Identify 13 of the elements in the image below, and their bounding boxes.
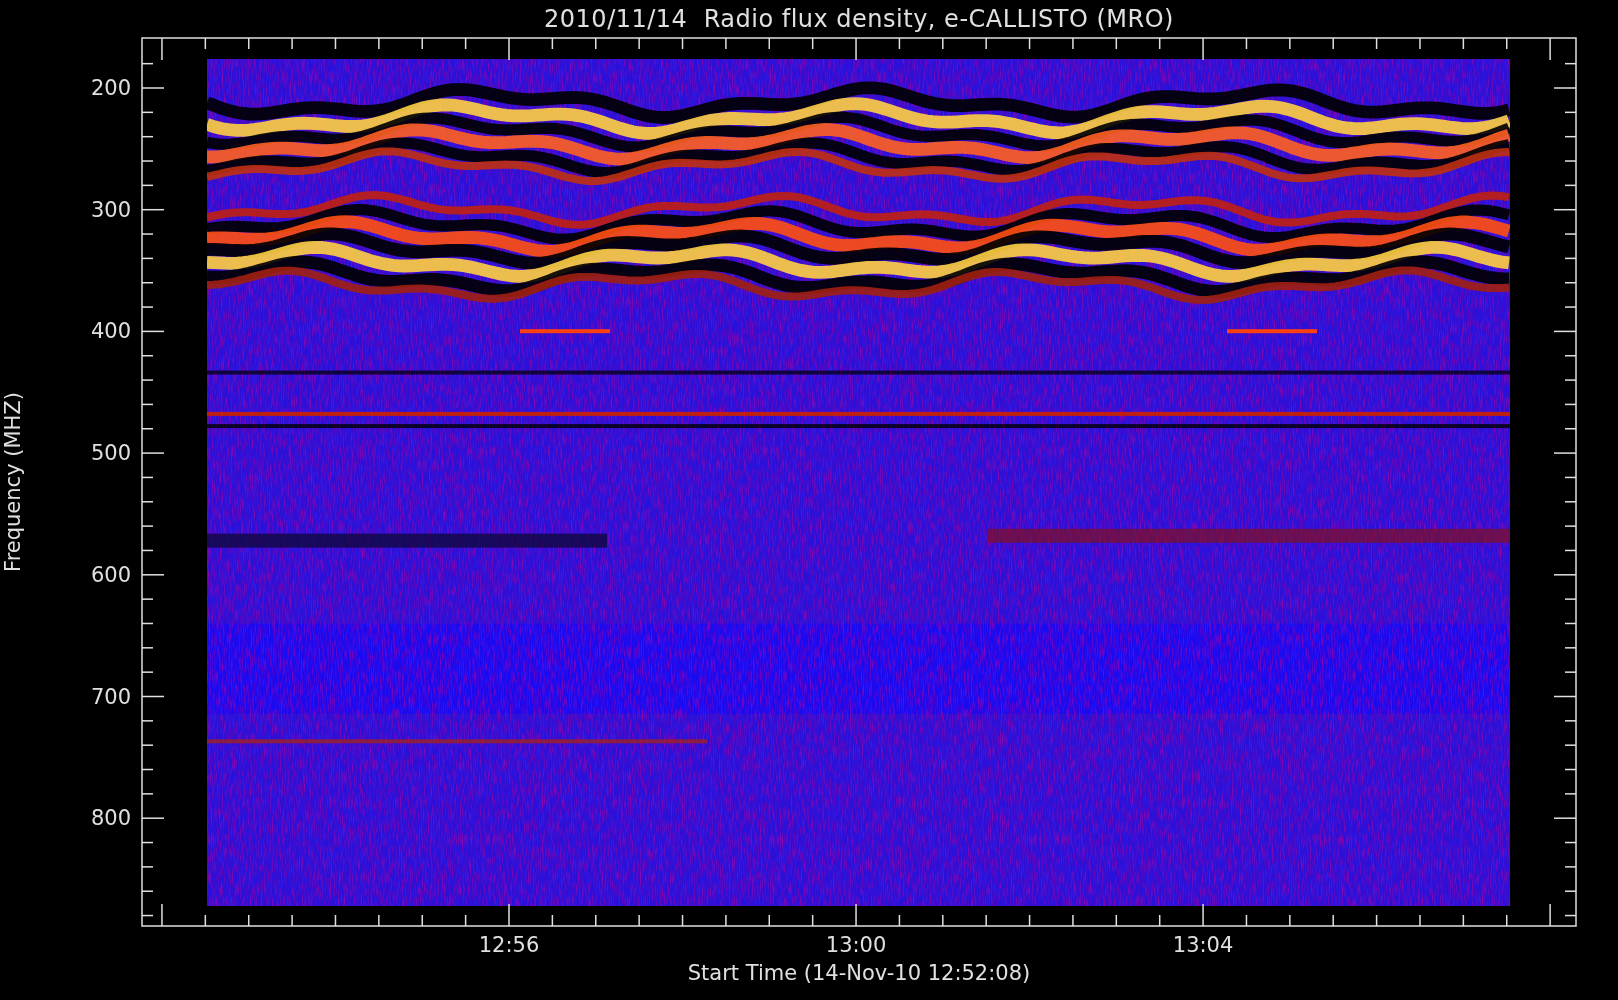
y-tick-label: 600 [90,562,131,587]
x-tick-label: 12:56 [478,933,540,957]
y-axis-label: Frequency (MHZ) [1,392,25,572]
y-tick-label: 800 [90,806,131,831]
x-tick-label: 13:00 [825,933,887,957]
y-tick-label: 300 [90,197,131,222]
y-tick-label: 500 [90,441,131,466]
y-tick-label: 400 [90,319,131,344]
x-axis-label: Start Time (14-Nov-10 12:52:08) [687,961,1031,985]
y-tick-label: 700 [90,684,131,709]
x-tick-label: 13:04 [1172,933,1234,957]
chart-title: 2010/11/14 Radio flux density, e-CALLISTO (MRO) [544,5,1174,33]
y-tick-label: 200 [90,76,131,100]
